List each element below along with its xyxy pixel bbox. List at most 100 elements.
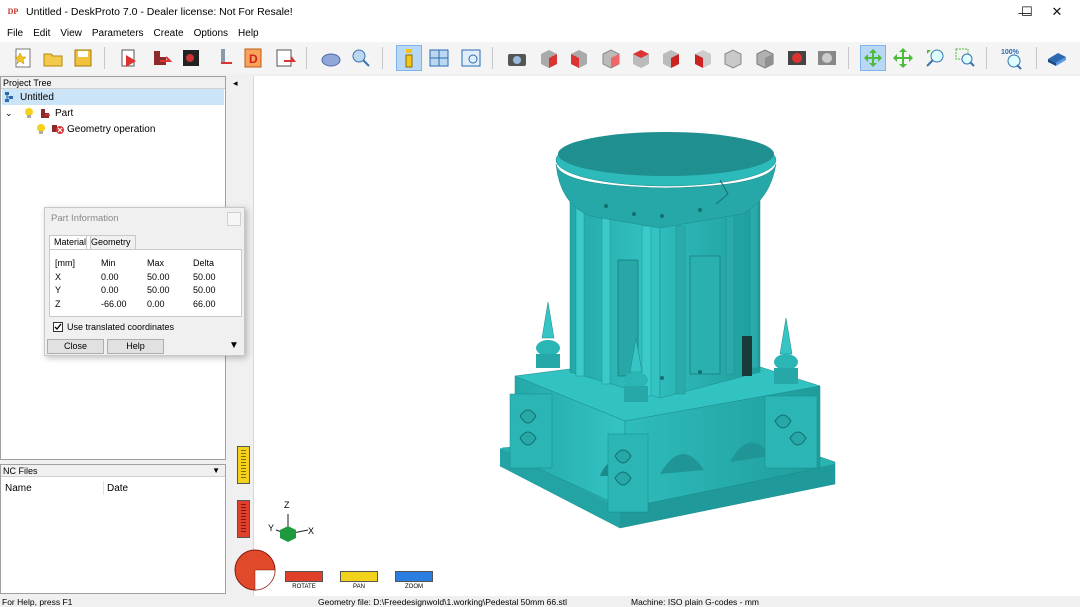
rotate-dial-icon[interactable] (233, 548, 277, 595)
part-icon (39, 107, 51, 119)
open-folder-icon[interactable] (40, 45, 66, 71)
operation-error-icon (51, 123, 64, 135)
tree-item-geometry-operation[interactable]: Geometry operation (35, 121, 155, 137)
row-max: 50.00 (147, 285, 170, 295)
main-toolbar: D 100% (0, 42, 1080, 74)
tree-item-label: Geometry operation (67, 123, 156, 135)
dialog-close-icon[interactable] (227, 212, 241, 226)
image-import-icon[interactable] (178, 45, 204, 71)
view-top-icon[interactable] (690, 45, 716, 71)
part-info-icon[interactable] (396, 45, 422, 71)
view-right-icon[interactable] (658, 45, 684, 71)
zoom-window-icon[interactable] (952, 45, 978, 71)
view-left-icon[interactable] (628, 45, 654, 71)
rotate-indicator-vertical[interactable] (237, 500, 250, 538)
zoom-100-icon[interactable]: 100% (1000, 45, 1026, 71)
pedestal-model (499, 132, 836, 529)
translated-coords-checkbox-row[interactable]: Use translated coordinates (53, 322, 174, 332)
menu-help[interactable]: Help (233, 28, 264, 39)
view-back-icon[interactable] (598, 45, 624, 71)
view-cube-icon[interactable] (752, 45, 778, 71)
tree-item-label: Untitled (20, 91, 54, 103)
import-part-icon[interactable] (116, 45, 142, 71)
pan-indicator-vertical[interactable] (237, 446, 250, 484)
tab-material[interactable]: Material (49, 235, 92, 249)
translated-coords-label: Use translated coordinates (67, 322, 175, 332)
nc-files-title: NC Files (3, 466, 38, 476)
row-min: 0.00 (101, 272, 119, 282)
new-project-icon[interactable] (10, 45, 36, 71)
title-bar: DP Untitled - DeskProto 7.0 - Dealer lic… (0, 0, 1080, 24)
close-button[interactable]: ✕ (1034, 0, 1080, 24)
rotate-mode-button[interactable] (285, 571, 323, 582)
menu-view[interactable]: View (55, 28, 87, 39)
menu-edit[interactable]: Edit (28, 28, 55, 39)
status-machine: Machine: ISO plain G-codes - mm (631, 597, 760, 607)
save-icon[interactable] (70, 45, 96, 71)
export-icon[interactable] (272, 45, 298, 71)
pan-mode-button[interactable] (340, 571, 378, 582)
nc-files-dropdown-icon[interactable]: ▼ (212, 465, 220, 477)
column-header-date[interactable]: Date (107, 483, 128, 494)
column-divider[interactable] (103, 481, 104, 495)
project-icon (4, 91, 16, 103)
column-header-delta: Delta (193, 258, 215, 268)
row-axis: Y (55, 285, 62, 295)
column-header-name[interactable]: Name (5, 483, 32, 494)
screenshot-icon[interactable] (814, 45, 840, 71)
tool-icon[interactable] (210, 45, 236, 71)
collapse-panel-arrow-icon[interactable]: ◂ (233, 78, 238, 89)
status-help-text: For Help, press F1 (2, 597, 73, 607)
dialog-view-icon[interactable] (458, 45, 484, 71)
column-header-unit: [mm] (55, 258, 75, 268)
rotate-mode-icon[interactable] (860, 45, 886, 71)
nc-files-header: NC Files ▼ (1, 465, 225, 477)
window-title: Untitled - DeskProto 7.0 - Dealer licens… (26, 6, 293, 18)
zoom-percent-label: 100% (1001, 49, 1020, 56)
axis-triad: Z Y X (268, 500, 320, 546)
rotate-mode-label: ROTATE (292, 584, 316, 590)
tab-geometry[interactable]: Geometry (86, 235, 136, 249)
drive-icon[interactable]: D (240, 45, 266, 71)
status-bar: For Help, press F1 Geometry file: D:\Fre… (0, 597, 1080, 607)
tree-item-label: Part (55, 107, 74, 119)
nc-files-panel: NC Files ▼ Name Date (0, 464, 226, 594)
menu-file[interactable]: File (2, 28, 28, 39)
help-button[interactable]: Help (107, 339, 164, 354)
camera-icon[interactable] (504, 45, 530, 71)
row-delta: 50.00 (193, 272, 216, 282)
zoom-in-icon[interactable] (922, 45, 948, 71)
menu-options[interactable]: Options (189, 28, 233, 39)
dialog-title: Part Information (51, 213, 119, 224)
menu-parameters[interactable]: Parameters (87, 28, 149, 39)
lightbulb-icon[interactable] (35, 123, 47, 135)
machine-icon[interactable] (318, 45, 344, 71)
close-button[interactable]: Close (47, 339, 104, 354)
tree-item-part[interactable]: ⌄ Part (5, 105, 73, 121)
layout-icon[interactable] (426, 45, 452, 71)
preview-icon[interactable] (348, 45, 374, 71)
3d-viewport[interactable] (230, 76, 1080, 596)
part-information-dialog: Part Information Material Geometry [mm] … (44, 207, 245, 356)
menu-create[interactable]: Create (149, 28, 189, 39)
row-min: 0.00 (101, 285, 119, 295)
tree-item-untitled[interactable]: Untitled (2, 89, 224, 105)
expand-dialog-icon[interactable]: ▼ (229, 340, 239, 351)
column-header-min: Min (101, 258, 116, 268)
part-icon[interactable] (148, 45, 174, 71)
view-iso-icon[interactable] (536, 45, 562, 71)
row-max: 0.00 (147, 299, 165, 309)
view-bottom-icon[interactable] (720, 45, 746, 71)
chevron-down-icon[interactable]: ⌄ (5, 108, 17, 119)
help-book-icon[interactable] (1044, 45, 1070, 71)
row-max: 50.00 (147, 272, 170, 282)
column-header-max: Max (147, 258, 165, 268)
render-icon[interactable] (784, 45, 810, 71)
view-front-icon[interactable] (566, 45, 592, 71)
lightbulb-icon[interactable] (23, 107, 35, 119)
pan-mode-icon[interactable] (890, 45, 916, 71)
pan-mode-label: PAN (353, 584, 365, 590)
y-axis-label: Y (268, 523, 275, 533)
translated-coords-checkbox[interactable] (53, 322, 63, 332)
zoom-mode-button[interactable] (395, 571, 433, 582)
